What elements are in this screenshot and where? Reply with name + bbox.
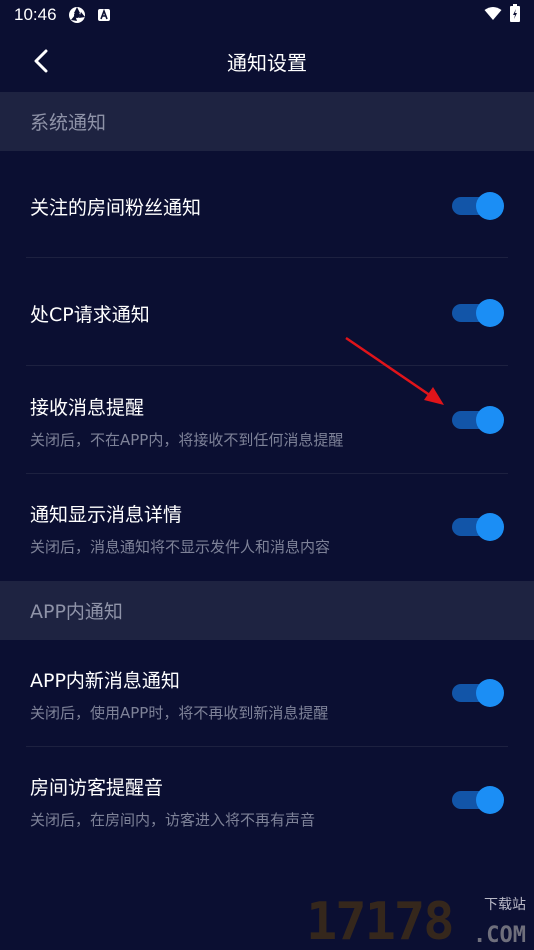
setting-subtitle: 关闭后，在房间内，访客进入将不再有声音 <box>30 811 316 829</box>
toggle-knob <box>476 679 504 707</box>
watermark: 17178 下载站 .COM <box>306 892 528 950</box>
section-header-system: 系统通知 <box>0 92 534 151</box>
toggle-room-fans[interactable] <box>452 191 504 221</box>
setting-title: 关注的房间粉丝通知 <box>30 197 202 219</box>
toggle-cp-request[interactable] <box>452 298 504 328</box>
status-bar: 10:46 <box>0 0 534 30</box>
setting-title: 处CP请求通知 <box>30 304 150 326</box>
toggle-message-reminder[interactable] <box>452 405 504 435</box>
chevron-left-icon <box>34 49 48 73</box>
back-button[interactable] <box>26 46 56 76</box>
setting-subtitle: 关闭后，消息通知将不显示发件人和消息内容 <box>30 538 331 556</box>
a-icon <box>97 8 111 22</box>
section-header-in-app: APP内通知 <box>0 581 534 640</box>
watermark-bottom-text: .COM <box>473 923 526 948</box>
toggle-in-app-new-message[interactable] <box>452 678 504 708</box>
toggle-knob <box>476 513 504 541</box>
setting-row-visitor-sound: 房间访客提醒音 关闭后，在房间内，访客进入将不再有声音 <box>0 747 534 854</box>
setting-title: 接收消息提醒 <box>30 397 145 419</box>
setting-title: 通知显示消息详情 <box>30 504 183 526</box>
toggle-visitor-sound[interactable] <box>452 785 504 815</box>
setting-row-in-app-new-message: APP内新消息通知 关闭后，使用APP时，将不再收到新消息提醒 <box>0 640 534 747</box>
setting-title: APP内新消息通知 <box>30 670 180 692</box>
status-time: 10:46 <box>14 5 57 24</box>
battery-icon <box>510 4 520 26</box>
toggle-knob <box>476 786 504 814</box>
toggle-knob <box>476 299 504 327</box>
setting-row-message-reminder: 接收消息提醒 关闭后，不在APP内，将接收不到任何消息提醒 <box>0 366 534 474</box>
page-title: 通知设置 <box>227 50 307 75</box>
section-title: APP内通知 <box>30 601 123 623</box>
setting-row-cp-request: 处CP请求通知 <box>0 258 534 366</box>
setting-subtitle: 关闭后，不在APP内，将接收不到任何消息提醒 <box>30 431 344 449</box>
section-title: 系统通知 <box>30 112 107 134</box>
top-bar: 通知设置 <box>0 30 534 92</box>
watermark-digits: 17178 <box>306 892 455 950</box>
setting-row-room-fans: 关注的房间粉丝通知 <box>0 151 534 258</box>
annotation-arrow-icon <box>345 336 444 405</box>
app-notification-icon <box>67 5 87 25</box>
toggle-message-details[interactable] <box>452 512 504 542</box>
setting-row-message-details: 通知显示消息详情 关闭后，消息通知将不显示发件人和消息内容 <box>0 474 534 581</box>
toggle-knob <box>476 406 504 434</box>
watermark-top-text: 下载站 <box>484 897 526 913</box>
toggle-knob <box>476 192 504 220</box>
setting-title: 房间访客提醒音 <box>30 777 164 799</box>
wifi-icon <box>484 6 502 25</box>
setting-subtitle: 关闭后，使用APP时，将不再收到新消息提醒 <box>30 704 329 722</box>
